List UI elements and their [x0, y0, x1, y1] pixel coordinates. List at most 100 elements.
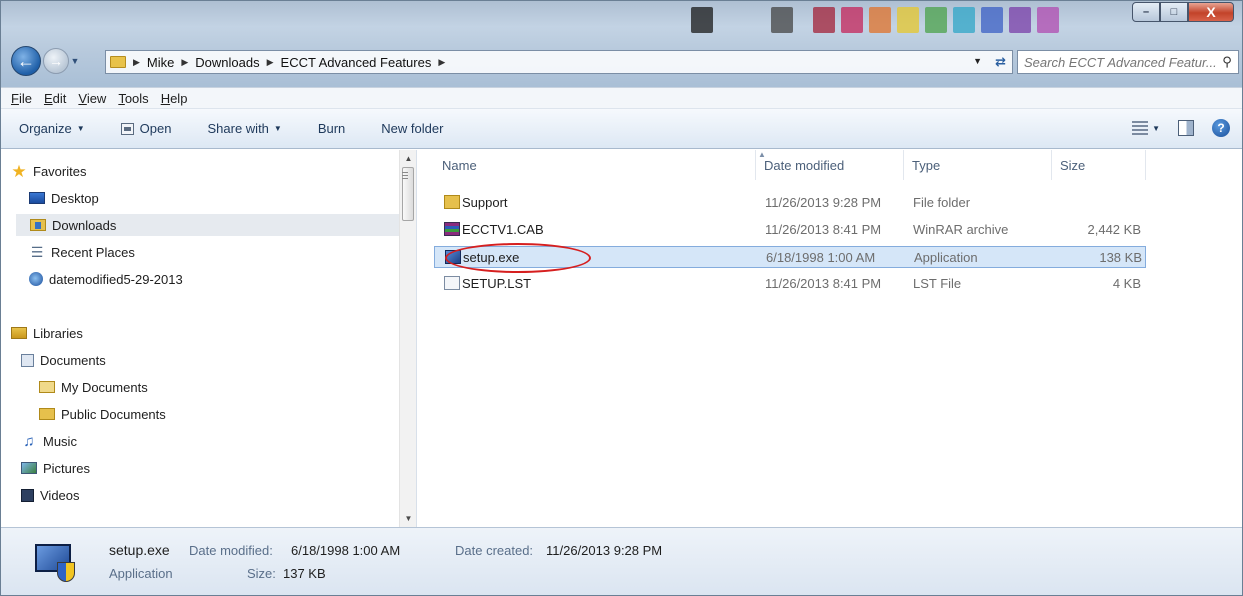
- breadcrumb-mike[interactable]: Mike: [147, 55, 174, 70]
- address-history-dropdown[interactable]: ▼: [973, 56, 982, 66]
- nav-videos[interactable]: Videos: [21, 484, 405, 506]
- music-icon: ♫: [23, 432, 35, 450]
- menu-file-accelerator: F: [11, 90, 19, 106]
- nav-label: datemodified5-29-2013: [49, 271, 183, 287]
- breadcrumb-downloads[interactable]: Downloads: [195, 55, 259, 70]
- nav-label: Pictures: [43, 460, 90, 476]
- file-type: WinRAR archive: [913, 222, 1009, 237]
- file-name: ECCTV1.CAB: [462, 222, 544, 237]
- nav-label: Favorites: [33, 163, 87, 179]
- help-icon[interactable]: ?: [1212, 119, 1230, 137]
- nav-pictures[interactable]: Pictures: [21, 457, 405, 479]
- nav-recent-places[interactable]: ☰ Recent Places: [29, 241, 413, 263]
- address-bar[interactable]: ▶ Mike ▶ Downloads ▶ ECCT Advanced Featu…: [105, 50, 1013, 74]
- desktop-icon: [29, 192, 45, 204]
- minimize-button[interactable]: –: [1132, 2, 1160, 22]
- file-name: SETUP.LST: [462, 276, 532, 291]
- back-button[interactable]: ←: [11, 46, 41, 76]
- menu-view-accelerator: V: [78, 90, 87, 106]
- details-file-type: Application: [109, 566, 173, 581]
- maximize-button[interactable]: □: [1160, 2, 1188, 22]
- nav-libraries[interactable]: Libraries: [11, 322, 395, 344]
- forward-button[interactable]: →: [43, 48, 69, 74]
- details-pane: setup.exe Date modified: 6/18/1998 1:00 …: [1, 527, 1242, 595]
- glass-artifact: [897, 7, 919, 33]
- table-row[interactable]: Support 11/26/2013 9:28 PM File folder: [434, 192, 1146, 214]
- column-header-size[interactable]: Size: [1052, 150, 1146, 180]
- chevron-right-icon[interactable]: ▶: [267, 57, 274, 68]
- close-button[interactable]: X: [1188, 2, 1234, 22]
- recent-places-icon: ☰: [30, 244, 44, 260]
- nav-my-documents[interactable]: My Documents: [39, 376, 423, 398]
- chevron-right-icon[interactable]: ▶: [438, 57, 445, 68]
- new-folder-button[interactable]: New folder: [381, 121, 443, 136]
- column-header-date-modified[interactable]: Date modified: [756, 150, 904, 180]
- pictures-icon: [21, 462, 37, 474]
- nav-label: My Documents: [61, 379, 148, 395]
- preview-pane-button[interactable]: [1178, 120, 1194, 136]
- caret-down-icon: ▼: [76, 124, 85, 133]
- refresh-icon[interactable]: ⇄: [995, 54, 1006, 70]
- search-input[interactable]: [1024, 54, 1216, 70]
- nav-documents[interactable]: Documents: [21, 349, 405, 371]
- nav-saved-search[interactable]: datemodified5-29-2013: [29, 268, 413, 290]
- organize-button[interactable]: Organize ▼: [19, 121, 85, 136]
- column-header-type[interactable]: Type: [904, 150, 1052, 180]
- table-row-selected[interactable]: setup.exe 6/18/1998 1:00 AM Application …: [434, 243, 1146, 273]
- open-button[interactable]: Open: [120, 121, 171, 136]
- menu-tools-label: ools: [124, 90, 149, 106]
- recent-pages-dropdown[interactable]: ▼: [69, 56, 81, 66]
- table-row[interactable]: SETUP.LST 11/26/2013 8:41 PM LST File 4 …: [434, 273, 1146, 295]
- file-date: 11/26/2013 8:41 PM: [765, 276, 882, 291]
- nav-desktop[interactable]: Desktop: [29, 187, 413, 209]
- glass-artifact: [1009, 7, 1031, 33]
- nav-music[interactable]: ♫ Music: [21, 430, 405, 452]
- menu-edit[interactable]: Edit: [38, 91, 72, 106]
- menu-help-accelerator: H: [160, 90, 171, 106]
- glass-artifact: [813, 7, 835, 33]
- share-with-button[interactable]: Share with ▼: [207, 121, 281, 136]
- menu-bar: File Edit View Tools Help: [1, 87, 1242, 109]
- glass-artifact: [869, 7, 891, 33]
- winrar-icon: [444, 222, 460, 236]
- nav-scrollbar[interactable]: ▲ ▼: [399, 150, 416, 527]
- details-created-value: 11/26/2013 9:28 PM: [546, 543, 663, 558]
- column-header-name[interactable]: Name: [434, 150, 756, 180]
- scroll-down-arrow-icon[interactable]: ▼: [400, 510, 417, 527]
- details-modified-value: 6/18/1998 1:00 AM: [291, 543, 401, 558]
- nav-label: Recent Places: [51, 244, 135, 260]
- chevron-right-icon[interactable]: ▶: [181, 57, 188, 68]
- scroll-up-arrow-icon[interactable]: ▲: [400, 150, 417, 167]
- glass-artifact: [953, 7, 975, 33]
- lst-file-icon: [444, 276, 460, 290]
- breadcrumb-current-folder[interactable]: ECCT Advanced Features: [281, 55, 432, 70]
- file-type: File folder: [913, 195, 971, 210]
- menu-help[interactable]: Help: [155, 91, 194, 106]
- menu-file-label: ile: [18, 90, 32, 106]
- chevron-right-icon[interactable]: ▶: [133, 57, 140, 68]
- saved-search-icon: [29, 272, 43, 286]
- explorer-window: – □ X ← → ▼ ▶ Mike ▶ Downloads ▶ ECCT Ad…: [0, 0, 1243, 596]
- menu-view[interactable]: View: [72, 91, 112, 106]
- nav-downloads[interactable]: Downloads: [16, 214, 400, 236]
- menu-file[interactable]: File: [5, 91, 38, 106]
- file-size: 4 KB: [1112, 276, 1141, 291]
- nav-favorites[interactable]: ★ Favorites: [11, 160, 395, 182]
- search-icon[interactable]: ⚲: [1216, 54, 1238, 70]
- nav-label: Downloads: [52, 217, 117, 233]
- file-name: Support: [462, 195, 508, 210]
- glass-artifact: [1037, 7, 1059, 33]
- organize-label: Organize: [19, 121, 72, 136]
- navigation-row: ← → ▼ ▶ Mike ▶ Downloads ▶ ECCT Advanced…: [11, 46, 1239, 76]
- application-icon: [33, 540, 77, 584]
- command-bar-right: ▼ ?: [1132, 119, 1230, 137]
- nav-public-documents[interactable]: Public Documents: [39, 403, 423, 425]
- menu-view-label: iew: [86, 90, 107, 106]
- search-box[interactable]: ⚲: [1017, 50, 1239, 74]
- table-row[interactable]: ECCTV1.CAB 11/26/2013 8:41 PM WinRAR arc…: [434, 219, 1146, 241]
- glass-artifact: [925, 7, 947, 33]
- application-icon: [445, 250, 461, 264]
- menu-tools[interactable]: Tools: [112, 91, 154, 106]
- change-view-button[interactable]: ▼: [1132, 121, 1160, 135]
- burn-button[interactable]: Burn: [318, 121, 345, 136]
